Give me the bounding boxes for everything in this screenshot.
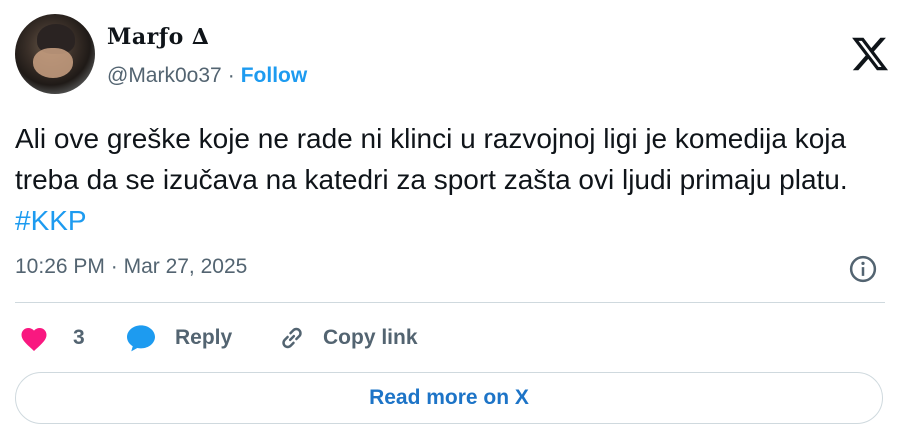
handle-row: @Mark0o37 · Follow	[107, 64, 307, 88]
read-more-label: Read more on X	[369, 386, 529, 409]
display-name[interactable]: Marƒo ∆	[107, 24, 209, 50]
like-button[interactable]: 3	[19, 318, 85, 358]
copy-link-button[interactable]: Copy link	[277, 318, 418, 358]
tweet-text: Ali ove greške koje ne rade ni klinci u …	[15, 118, 885, 241]
user-handle[interactable]: @Mark0o37	[107, 64, 222, 87]
heart-icon	[21, 328, 47, 351]
link-icon	[282, 327, 302, 349]
tweet-body: Ali ove greške koje ne rade ni klinci u …	[15, 123, 848, 195]
action-bar: 3 Reply Copy link	[15, 318, 885, 358]
tweet-embed-card: Marƒo ∆ @Mark0o37 · Follow Ali ove greške …	[0, 0, 900, 440]
x-logo-icon[interactable]	[850, 34, 890, 74]
tweet-timestamp[interactable]: 10:26 PM · Mar 27, 2025	[15, 255, 247, 279]
avatar[interactable]	[15, 14, 95, 94]
read-more-button[interactable]: Read more on X	[15, 372, 883, 424]
reply-button[interactable]: Reply	[125, 318, 232, 358]
tweet-time: 10:26 PM	[15, 255, 105, 278]
info-icon[interactable]	[848, 254, 878, 284]
tweet-date: Mar 27, 2025	[123, 255, 248, 278]
copy-link-label: Copy link	[323, 326, 418, 349]
hashtag-link[interactable]: #KKP	[15, 205, 87, 236]
reply-bubble-icon	[127, 325, 155, 352]
divider	[15, 302, 885, 303]
handle-separator: ·	[227, 64, 235, 87]
like-count: 3	[73, 326, 85, 349]
follow-button[interactable]: Follow	[241, 64, 308, 87]
tweet-header: Marƒo ∆ @Mark0o37 · Follow	[15, 14, 889, 98]
reply-label: Reply	[175, 326, 233, 349]
meta-separator: ·	[110, 255, 118, 278]
